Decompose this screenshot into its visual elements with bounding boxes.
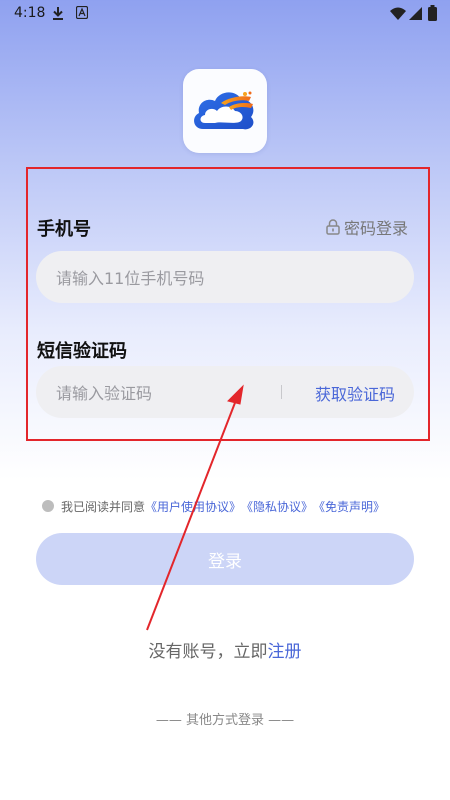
agreement-row: 我已阅读并同意 《用户使用协议》 《隐私协议》 《免责声明》 <box>42 497 385 515</box>
status-bar: 4:18 <box>0 0 450 26</box>
disclaimer-link[interactable]: 《免责声明》 <box>313 498 385 515</box>
code-input[interactable] <box>54 366 278 420</box>
lock-icon <box>326 219 340 235</box>
phone-input[interactable] <box>54 251 398 305</box>
signal-icon <box>409 7 422 24</box>
battery-icon <box>428 5 437 25</box>
input-divider <box>281 385 282 399</box>
download-icon <box>52 6 64 24</box>
user-agreement-link[interactable]: 《用户使用协议》 <box>145 498 241 515</box>
login-button[interactable]: 登录 <box>36 533 414 585</box>
code-label: 短信验证码 <box>37 341 127 362</box>
privacy-link[interactable]: 《隐私协议》 <box>241 498 313 515</box>
agreement-prefix: 我已阅读并同意 <box>61 499 146 514</box>
register-link[interactable]: 注册 <box>268 642 302 662</box>
phone-input-wrapper <box>36 251 414 305</box>
phone-label: 手机号 <box>37 219 91 240</box>
notification-a-icon <box>75 5 89 23</box>
cloud-logo-icon <box>194 91 254 130</box>
get-code-button[interactable]: 获取验证码 <box>315 381 395 405</box>
register-row: 没有账号，立即注册 <box>0 637 450 662</box>
register-prefix: 没有账号，立即 <box>148 642 268 662</box>
password-login-link[interactable]: 密码登录 <box>326 217 409 238</box>
other-login-label: —— 其他方式登录 —— <box>155 713 295 728</box>
wifi-icon <box>390 7 406 24</box>
agreement-checkbox[interactable] <box>42 500 54 512</box>
app-logo <box>183 69 267 153</box>
status-time: 4:18 <box>14 5 46 21</box>
code-input-wrapper: 获取验证码 <box>36 366 414 420</box>
password-login-label: 密码登录 <box>344 219 409 238</box>
